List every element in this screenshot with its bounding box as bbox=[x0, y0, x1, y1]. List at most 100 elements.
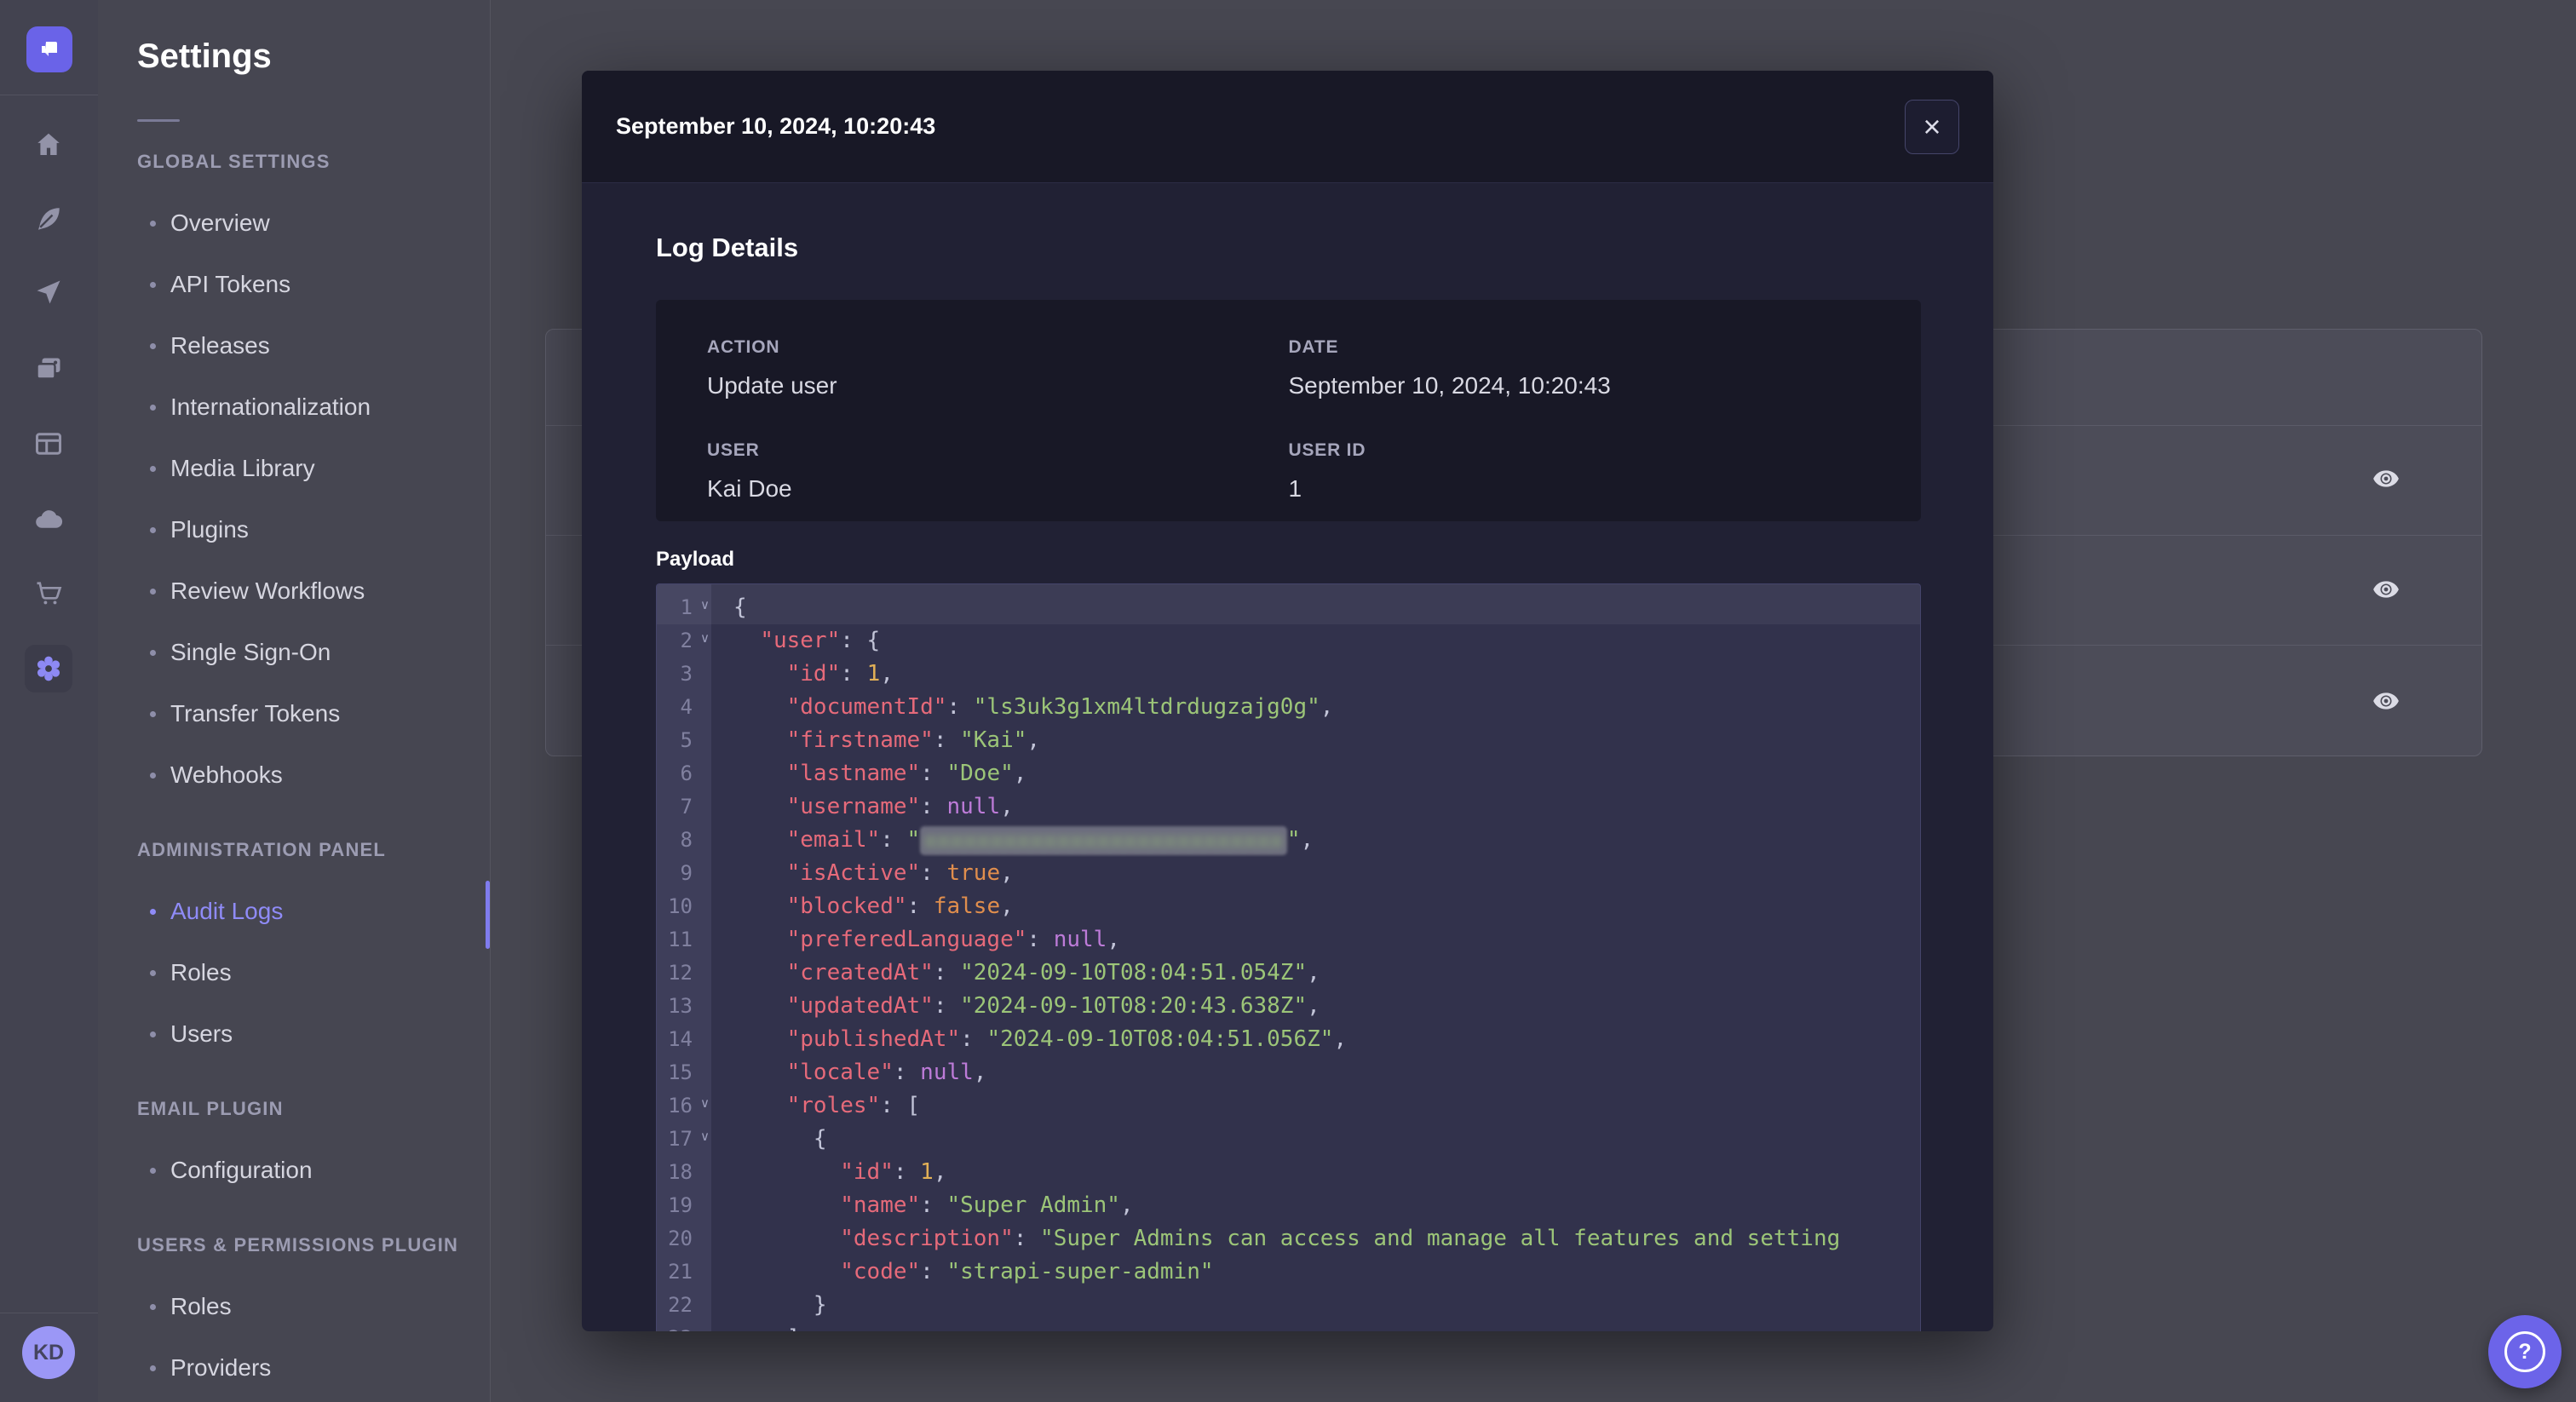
code-line-19: 19 "name": "Super Admin", bbox=[657, 1189, 1920, 1222]
line-number: 14 bbox=[668, 1027, 693, 1051]
code-line-6: 6 "lastname": "Doe", bbox=[657, 757, 1920, 790]
sidebar-item-providers[interactable]: Providers bbox=[98, 1337, 490, 1399]
code-line-9: 9 "isActive": true, bbox=[657, 857, 1920, 890]
token-punct: , bbox=[1307, 960, 1320, 985]
token-punct: , bbox=[1013, 761, 1027, 786]
token-punct: : { bbox=[840, 628, 881, 653]
line-number: 11 bbox=[668, 928, 693, 951]
line-number: 3 bbox=[680, 662, 693, 686]
sidebar-item-api-tokens[interactable]: API Tokens bbox=[98, 254, 490, 315]
token-str: "2024-09-10T08:04:51.054Z" bbox=[960, 960, 1308, 985]
sidebar-item-users[interactable]: Users bbox=[98, 1003, 490, 1065]
sidebar-scrollbar-thumb[interactable] bbox=[486, 881, 490, 949]
code-line-23: 23 ] bbox=[657, 1322, 1920, 1331]
sidebar-item-label: Configuration bbox=[170, 1157, 313, 1183]
media-library-icon[interactable] bbox=[25, 346, 72, 394]
cart-icon[interactable] bbox=[25, 569, 72, 617]
sidebar-item-label: Transfer Tokens bbox=[170, 700, 341, 727]
fold-chevron-icon[interactable]: ∨ bbox=[700, 1130, 710, 1143]
code-text: "firstname": "Kai", bbox=[711, 724, 1920, 757]
detail-value: Update user bbox=[707, 372, 837, 399]
line-number: 17 ∨ bbox=[668, 1127, 710, 1151]
sidebar-item-internationalization[interactable]: Internationalization bbox=[98, 376, 490, 438]
code-text: "createdAt": "2024-09-10T08:04:51.054Z", bbox=[711, 957, 1920, 990]
sidebar-item-releases[interactable]: Releases bbox=[98, 315, 490, 376]
gear-icon[interactable] bbox=[25, 645, 72, 692]
view-log-eye-icon[interactable] bbox=[2367, 682, 2405, 720]
token-key: "documentId" bbox=[786, 694, 947, 720]
log-details-modal: September 10, 2024, 10:20:43 × Log Detai… bbox=[582, 71, 1993, 1331]
token-punct: : bbox=[960, 1026, 987, 1052]
fold-chevron-icon[interactable]: ∨ bbox=[700, 632, 710, 645]
help-button[interactable]: ? bbox=[2488, 1315, 2562, 1388]
token-key: "user" bbox=[760, 628, 841, 653]
user-avatar[interactable]: KD bbox=[22, 1326, 75, 1379]
bullet-icon bbox=[150, 526, 156, 533]
code-text: "id": 1, bbox=[711, 658, 1920, 691]
code-line-3: 3 "id": 1, bbox=[657, 658, 1920, 691]
token-key: "roles" bbox=[786, 1093, 881, 1118]
redacted-email-value: xxxxxxxxxxxxxxxxxxxxxxxxxxx bbox=[920, 825, 1287, 855]
log-details-card: ACTION Update user DATE September 10, 2024,… bbox=[656, 300, 1921, 521]
token-punct: : bbox=[920, 860, 947, 886]
feather-icon[interactable] bbox=[25, 195, 72, 243]
view-log-eye-icon[interactable] bbox=[2367, 571, 2405, 608]
home-icon[interactable] bbox=[25, 121, 72, 169]
sidebar-section: EMAIL PLUGIN Configuration bbox=[98, 1078, 490, 1201]
token-key: "firstname" bbox=[786, 727, 934, 753]
detail-label: ACTION bbox=[707, 337, 780, 357]
sidebar-item-label: Releases bbox=[170, 332, 270, 359]
code-line-15: 15 "locale": null, bbox=[657, 1056, 1920, 1089]
sidebar-item-roles[interactable]: Roles bbox=[98, 1276, 490, 1337]
sidebar-item-label: Roles bbox=[170, 959, 232, 985]
code-text: "documentId": "ls3uk3g1xm4ltdrdugzajg0g"… bbox=[711, 691, 1920, 724]
code-line-22: 22 } bbox=[657, 1289, 1920, 1322]
line-number: 16 ∨ bbox=[668, 1094, 710, 1118]
line-number: 18 bbox=[668, 1160, 693, 1184]
code-text: "isActive": true, bbox=[711, 857, 1920, 890]
sidebar-item-configuration[interactable]: Configuration bbox=[98, 1140, 490, 1201]
token-key: "code" bbox=[840, 1259, 921, 1284]
section-label: USERS & PERMISSIONS PLUGIN bbox=[137, 1234, 459, 1255]
code-line-4: 4 "documentId": "ls3uk3g1xm4ltdrdugzajg0… bbox=[657, 691, 1920, 724]
cloud-icon[interactable] bbox=[25, 496, 72, 543]
sidebar-item-webhooks[interactable]: Webhooks bbox=[98, 744, 490, 806]
token-punct: : bbox=[893, 1159, 921, 1185]
fold-chevron-icon[interactable]: ∨ bbox=[700, 599, 710, 612]
code-line-1: 1 ∨ { bbox=[657, 591, 1920, 624]
line-number: 10 bbox=[668, 894, 693, 918]
layout-icon[interactable] bbox=[25, 420, 72, 468]
bullet-icon bbox=[150, 649, 156, 656]
token-punct: : bbox=[906, 893, 934, 919]
section-label: ADMINISTRATION PANEL bbox=[137, 839, 387, 860]
sidebar-item-media-library[interactable]: Media Library bbox=[98, 438, 490, 499]
strapi-logo[interactable] bbox=[26, 26, 72, 72]
close-button[interactable]: × bbox=[1905, 99, 1959, 154]
token-str: "Kai" bbox=[960, 727, 1027, 753]
token-num: 1 bbox=[920, 1159, 934, 1185]
sidebar-item-overview[interactable]: Overview bbox=[98, 192, 490, 254]
token-bool: true bbox=[946, 860, 1001, 886]
sidebar-item-roles[interactable]: Roles bbox=[98, 942, 490, 1003]
sidebar-item-transfer-tokens[interactable]: Transfer Tokens bbox=[98, 683, 490, 744]
token-str: " bbox=[1286, 827, 1301, 853]
token-str: "ls3uk3g1xm4ltdrdugzajg0g" bbox=[973, 694, 1320, 720]
settings-sidebar: Settings GLOBAL SETTINGS Overview API Toke… bbox=[98, 0, 491, 1402]
token-key: "username" bbox=[786, 794, 921, 819]
payload-code-viewer[interactable]: 1 ∨{2 ∨ "user": {3 "id": 1, 4 "documentId":… bbox=[656, 583, 1921, 1331]
sidebar-item-label: Media Library bbox=[170, 455, 315, 481]
sidebar-item-plugins[interactable]: Plugins bbox=[98, 499, 490, 560]
sidebar-item-review-workflows[interactable]: Review Workflows bbox=[98, 560, 490, 622]
token-key: "publishedAt" bbox=[786, 1026, 961, 1052]
view-log-eye-icon[interactable] bbox=[2367, 460, 2405, 497]
sidebar-item-audit-logs[interactable]: Audit Logs bbox=[98, 881, 490, 942]
code-top-padding bbox=[657, 584, 1920, 591]
send-icon[interactable] bbox=[25, 268, 72, 316]
token-str: " bbox=[906, 827, 921, 853]
fold-chevron-icon[interactable]: ∨ bbox=[700, 1097, 710, 1110]
token-key: "email" bbox=[786, 827, 881, 853]
sidebar-item-single-sign-on[interactable]: Single Sign-On bbox=[98, 622, 490, 683]
token-str: "2024-09-10T08:04:51.056Z" bbox=[986, 1026, 1334, 1052]
token-punct: , bbox=[973, 1060, 987, 1085]
token-punct: : bbox=[893, 1060, 921, 1085]
